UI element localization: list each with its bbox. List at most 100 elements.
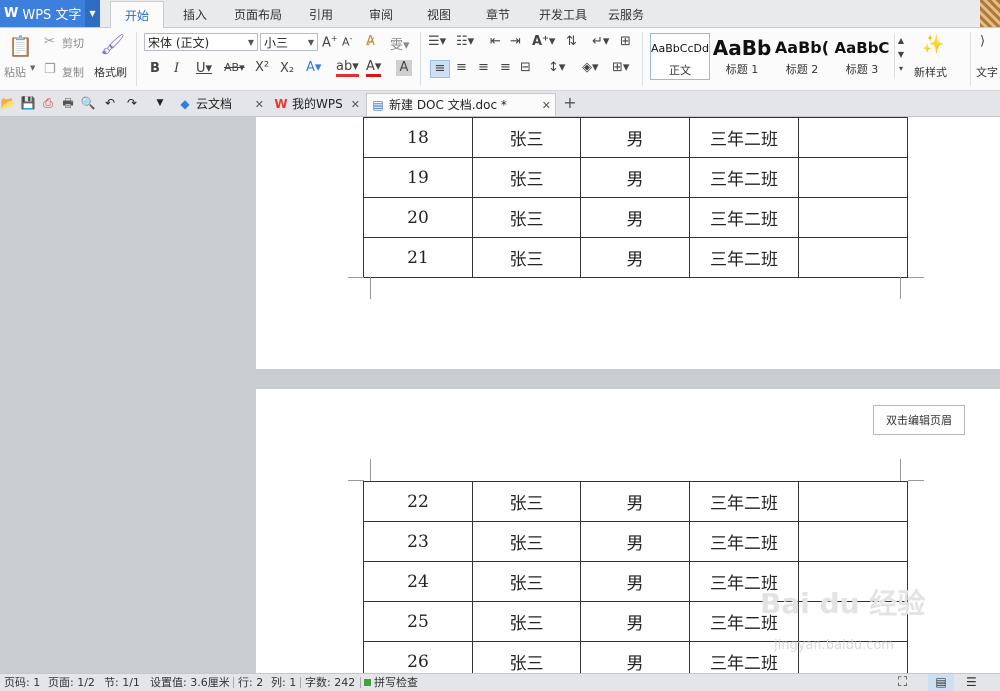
table-cell[interactable]: 男 [580,561,690,602]
close-icon[interactable]: ✕ [255,93,264,116]
export-pdf-icon[interactable]: ⎙ [40,95,56,111]
table-cell[interactable] [798,237,908,278]
tab-references[interactable]: 引用 [300,0,342,27]
table-cell[interactable]: 23 [363,521,473,562]
increase-indent-icon[interactable]: ⇥ [510,34,521,49]
style-heading-1[interactable]: AaBb 标题 1 [712,33,772,80]
fullscreen-icon[interactable]: ⛶ [898,674,907,691]
close-icon[interactable]: ✕ [351,93,360,116]
table-cell[interactable]: 张三 [472,197,581,238]
table-cell[interactable] [798,117,908,158]
superscript-icon[interactable]: X² [255,60,269,75]
table-cell[interactable]: 三年二班 [689,237,799,278]
line-spacing-icon[interactable]: ↕▾ [548,60,565,75]
format-painter-button[interactable]: 格式刷 [94,64,127,80]
grow-font-icon[interactable]: A+ [322,34,338,50]
font-color-icon[interactable]: A▾ [366,60,382,77]
text-tool-button[interactable]: 文字 [976,64,998,80]
table-cell[interactable] [798,197,908,238]
table-cell[interactable]: 男 [580,641,690,673]
shrink-font-icon[interactable]: A- [342,34,352,49]
change-case-icon[interactable]: A⁺▾ [532,34,555,49]
justify-icon[interactable]: ≡ [500,60,511,75]
sort-icon[interactable]: ⇅ [566,34,577,49]
style-normal[interactable]: AaBbCcDd 正文 [650,33,710,80]
border-icon[interactable]: ⊞▾ [612,60,629,75]
align-right-icon[interactable]: ≡ [478,60,489,75]
table-cell[interactable]: 张三 [472,561,581,602]
print-icon[interactable]: 🖶 [60,95,76,111]
table-cell[interactable]: 男 [580,157,690,198]
clear-format-icon[interactable]: A̷ [366,34,375,49]
align-left-icon[interactable]: ≡ [430,60,450,78]
chevron-down-icon[interactable]: ▼ [30,64,35,72]
format-painter-icon[interactable]: 🖌 [100,32,125,56]
text-effect-icon[interactable]: A▾ [306,60,321,75]
open-folder-icon[interactable]: 📂 [0,95,16,111]
text-tool-icon[interactable]: ⟩ [980,34,985,49]
styles-scroll-icon[interactable]: ▲ ▼ ▾ [894,34,907,78]
redo-icon[interactable]: ↷ [124,95,140,111]
table-cell[interactable]: 19 [363,157,473,198]
table-cell[interactable]: 男 [580,197,690,238]
save-icon[interactable]: 💾 [20,95,36,111]
tab-cloud-service[interactable]: 云服务 [603,0,649,27]
chevron-down-icon[interactable]: ▼ [85,0,100,27]
table-cell[interactable]: 26 [363,641,473,673]
tab-developer-tools[interactable]: 开发工具 [533,0,593,27]
char-shading-icon[interactable]: A [396,60,412,76]
numbered-list-icon[interactable]: ☷▾ [456,34,474,49]
style-heading-2[interactable]: AaBb( 标题 2 [772,33,832,80]
italic-icon[interactable]: I [174,61,179,76]
edit-header-hint[interactable]: 双击编辑页眉 [873,405,965,435]
page-view-icon[interactable]: ▤ [928,674,954,691]
table-cell[interactable]: 三年二班 [689,197,799,238]
copy-button[interactable]: 复制 [62,64,84,80]
table-cell[interactable] [798,521,908,562]
table-cell[interactable]: 张三 [472,157,581,198]
undo-icon[interactable]: ↶ [102,95,118,111]
tab-my-wps[interactable]: W 我的WPS ✕ [270,93,364,116]
tab-chapter[interactable]: 章节 [477,0,519,27]
table-cell[interactable]: 三年二班 [689,157,799,198]
pinyin-icon[interactable]: 雯▾ [390,34,410,53]
new-style-icon[interactable]: ✨ [922,34,944,55]
tab-cloud-docs[interactable]: ◆ 云文档 ✕ [174,93,268,116]
copy-icon[interactable]: ❐ [44,62,56,77]
table-cell[interactable]: 张三 [472,601,581,642]
show-marks-icon[interactable]: ↵▾ [592,34,609,49]
tab-review[interactable]: 审阅 [360,0,402,27]
table-cell[interactable] [798,481,908,522]
table-cell[interactable]: 三年二班 [689,481,799,522]
table-cell[interactable]: 男 [580,117,690,158]
table-cell[interactable]: 张三 [472,117,581,158]
bullet-list-icon[interactable]: ☰▾ [428,34,446,49]
highlight-icon[interactable]: ab▾ [336,60,359,77]
tab-home[interactable]: 开始 [110,1,164,29]
tab-view[interactable]: 视图 [418,0,460,27]
table-cell[interactable]: 男 [580,237,690,278]
tab-page-layout[interactable]: 页面布局 [228,0,288,27]
paste-button[interactable]: 粘贴 [4,64,26,80]
subscript-icon[interactable]: X₂ [280,61,294,76]
font-size-select[interactable]: 小三 ▼ [260,33,318,51]
table-cell[interactable]: 三年二班 [689,117,799,158]
chevron-down-icon[interactable]: ▼ [152,95,168,111]
table-cell[interactable]: 25 [363,601,473,642]
table-cell[interactable]: 18 [363,117,473,158]
app-menu-button[interactable]: W WPS 文字 ▼ [0,0,100,27]
paste-icon[interactable]: 📋 [8,34,33,58]
style-heading-3[interactable]: AaBbC 标题 3 [832,33,892,80]
table-cell[interactable]: 22 [363,481,473,522]
table-cell[interactable]: 24 [363,561,473,602]
chevron-down-icon[interactable]: ▼ [308,34,314,52]
shading-icon[interactable]: ◈▾ [582,60,599,75]
table-cell[interactable]: 21 [363,237,473,278]
bold-icon[interactable]: B [150,61,160,76]
tab-new-doc[interactable]: ▤ 新建 DOC 文档.doc * ✕ [366,93,556,116]
underline-icon[interactable]: U▾ [196,61,212,76]
cut-button[interactable]: 剪切 [62,35,84,51]
status-word-count[interactable]: 字数: 242 [305,674,355,691]
new-tab-plus-icon[interactable]: + [562,95,578,111]
font-name-select[interactable]: 宋体 (正文) ▼ [144,33,258,51]
